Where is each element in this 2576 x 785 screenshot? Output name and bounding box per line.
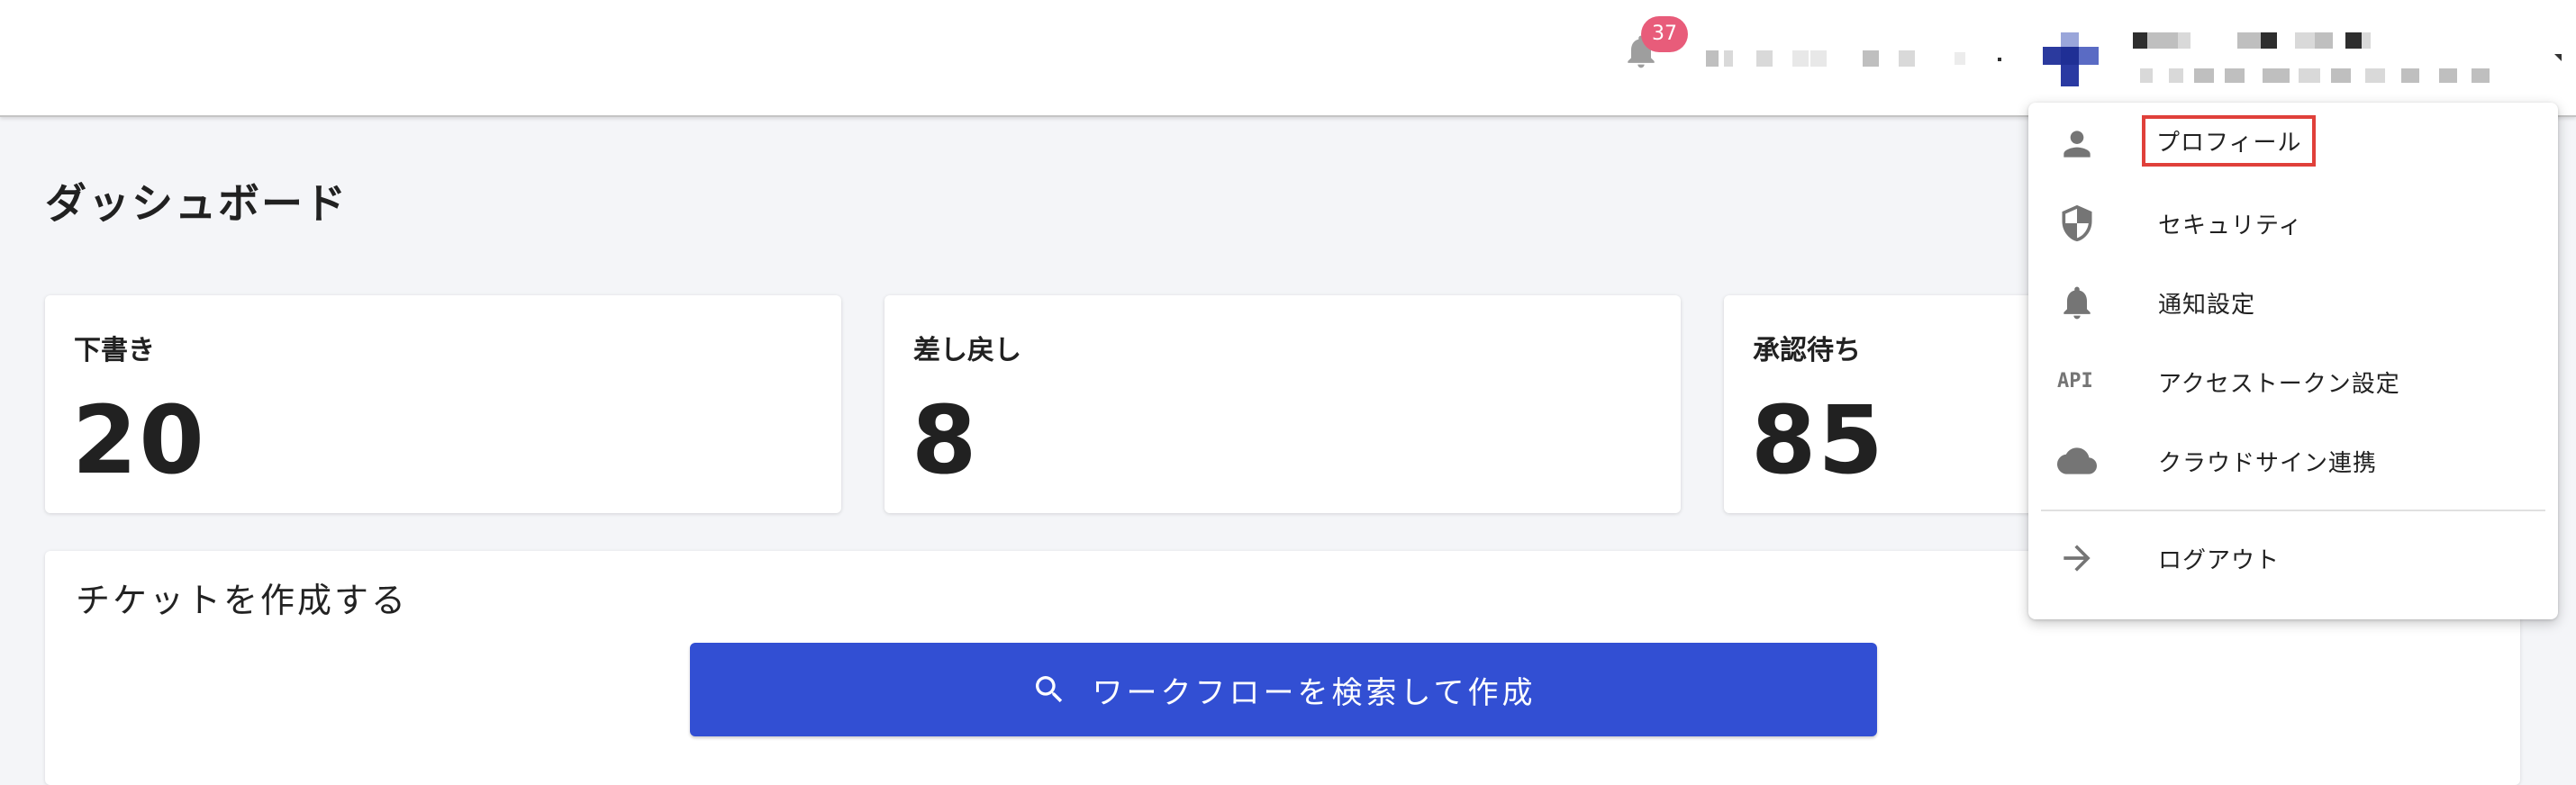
stat-card-label: 差し戻し [913, 335, 1021, 366]
menu-item-label: プロフィール [2141, 115, 2317, 167]
menu-divider [2041, 510, 2545, 511]
page-title: ダッシュボード [45, 179, 348, 228]
shield-icon [2062, 204, 2092, 242]
api-icon: API [2057, 370, 2093, 392]
stat-card-count: 8 [912, 385, 979, 495]
menu-item-label: クラウドサイン連携 [2158, 450, 2378, 477]
menu-item-label: アクセストークン設定 [2158, 371, 2400, 398]
stat-card-count: 85 [1751, 385, 1885, 495]
top-app-bar: 37 [0, 0, 2576, 117]
stat-card-count: 20 [72, 385, 206, 495]
user-avatar[interactable] [2043, 32, 2099, 86]
menu-item-label: セキュリティ [2158, 212, 2303, 239]
search-workflow-button-label: ワークフローを検索して作成 [1092, 674, 1537, 711]
search-icon [1035, 676, 1062, 703]
stat-card-label: 承認待ち [1753, 335, 1861, 366]
stat-card-returned[interactable]: 差し戻し 8 [884, 295, 1681, 513]
create-ticket-heading: チケットを作成する [76, 581, 409, 620]
stat-card-draft[interactable]: 下書き 20 [45, 295, 841, 513]
bell-icon [2064, 286, 2091, 320]
arrow-right-icon [2064, 545, 2091, 572]
search-workflow-button[interactable]: ワークフローを検索して作成 [690, 643, 1877, 736]
user-dropdown-menu: プロフィール セキュリティ 通知設定 API アクセストークン設定 クラウドサイ… [2028, 103, 2558, 619]
menu-item-cloudsign-integration[interactable]: クラウドサイン連携 [2028, 421, 2558, 501]
menu-item-profile[interactable]: プロフィール [2028, 104, 2558, 184]
cloud-icon [2057, 447, 2097, 474]
menu-item-access-token-settings[interactable]: API アクセストークン設定 [2028, 342, 2558, 421]
account-menu-caret-icon[interactable] [2554, 54, 2562, 61]
stat-card-label: 下書き [74, 335, 155, 366]
menu-item-label: ログアウト [2158, 547, 2281, 574]
menu-item-notification-settings[interactable]: 通知設定 [2028, 263, 2558, 342]
menu-item-label: 通知設定 [2158, 292, 2256, 319]
menu-item-logout[interactable]: ログアウト [2028, 519, 2558, 598]
menu-item-security[interactable]: セキュリティ [2028, 184, 2558, 263]
person-icon [2064, 131, 2091, 158]
notification-count-badge: 37 [1641, 16, 1688, 52]
